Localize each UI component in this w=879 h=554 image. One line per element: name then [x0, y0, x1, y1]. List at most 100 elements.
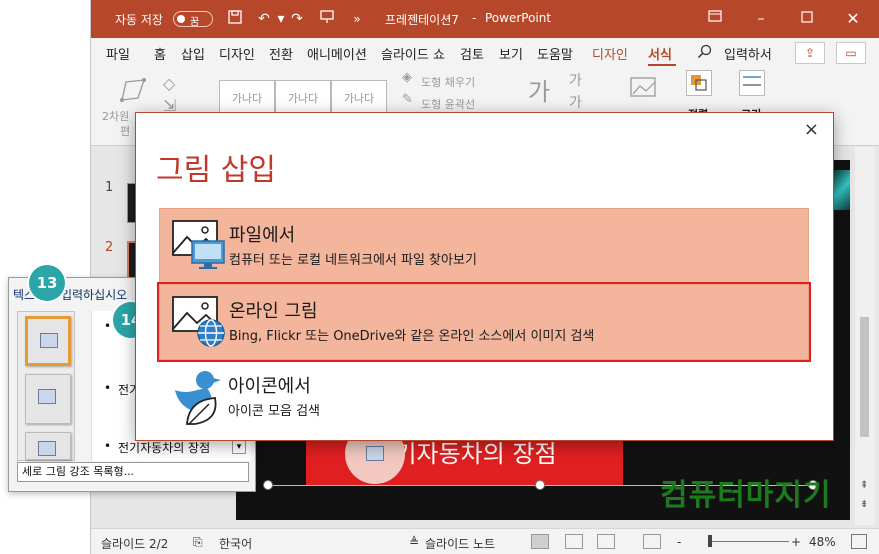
- picture-bullet-3[interactable]: [25, 432, 71, 460]
- from-icons-option[interactable]: 아이콘에서 아이콘 모음 검색: [159, 360, 809, 436]
- edit-2d-label-2: 편: [120, 125, 131, 138]
- slide-decoration: [832, 170, 850, 210]
- tab-smartart-design[interactable]: 디자인: [592, 44, 628, 63]
- tab-review[interactable]: 검토: [460, 44, 484, 63]
- thumb-number-1: 1: [105, 180, 114, 195]
- autosave-state: 꿈: [190, 17, 200, 28]
- tab-insert[interactable]: 삽입: [181, 44, 205, 63]
- tab-slideshow[interactable]: 슬라이드 쇼: [381, 44, 445, 63]
- size-icon[interactable]: [739, 70, 765, 96]
- autosave-toggle[interactable]: 꿈: [173, 11, 213, 28]
- ribbon-display-options-icon[interactable]: [705, 9, 725, 29]
- customize-toolbar-icon[interactable]: »: [347, 9, 367, 29]
- text-fill-icon[interactable]: 가: [569, 70, 582, 90]
- scrollbar-thumb[interactable]: [860, 317, 869, 437]
- watermark: 컴퓨터마지기: [660, 478, 832, 513]
- pen-outline-icon[interactable]: ✎: [402, 92, 413, 107]
- document-title: 프레젠테이션7: [385, 13, 459, 27]
- close-window-icon[interactable]: ✕: [843, 9, 863, 29]
- accessibility-icon[interactable]: ⎘: [193, 535, 203, 550]
- from-file-description: 컴퓨터 또는 로컬 네트워크에서 파일 찾아보기: [229, 253, 477, 268]
- picture-icon: [366, 446, 384, 461]
- tab-format[interactable]: 서식: [648, 44, 672, 63]
- edit-2d-label: 2차원: [102, 110, 130, 123]
- picture-icon: [38, 389, 56, 404]
- tab-file[interactable]: 파일: [106, 44, 130, 63]
- picture-computer-icon: [172, 220, 225, 269]
- change-shape-icon[interactable]: ◇: [163, 74, 175, 93]
- dialog-close-button[interactable]: ×: [804, 119, 819, 140]
- maximize-icon[interactable]: [797, 9, 817, 29]
- picture-list: [17, 311, 75, 461]
- alt-text-icon[interactable]: [629, 76, 657, 104]
- slide-sorter-button[interactable]: [565, 534, 583, 549]
- tell-me-search[interactable]: 입력하서: [724, 44, 772, 63]
- normal-view-button[interactable]: [531, 534, 549, 549]
- comments-button[interactable]: ▭: [836, 42, 866, 64]
- layout-description[interactable]: 세로 그림 강조 목록형...: [17, 462, 249, 482]
- thumb-number-2: 2: [105, 240, 114, 255]
- wordart-style-sample[interactable]: 가: [528, 72, 550, 107]
- from-file-option[interactable]: 파일에서 컴퓨터 또는 로컬 네트워크에서 파일 찾아보기: [159, 208, 809, 284]
- zoom-level[interactable]: 48%: [809, 535, 836, 549]
- picture-bullet-2[interactable]: [25, 374, 71, 424]
- zoom-in-button[interactable]: +: [791, 535, 801, 549]
- paint-bucket-icon[interactable]: ◈: [402, 70, 412, 85]
- zoom-slider-knob[interactable]: [708, 535, 712, 547]
- notes-icon[interactable]: ≜: [409, 535, 419, 549]
- insert-picture-dialog: × 그림 삽입 파일에서 컴퓨터 또는 로컬 네트워크에서 파일 찾아보기 온라…: [135, 112, 834, 441]
- vertical-scrollbar[interactable]: ⇞ ⇟: [855, 147, 875, 525]
- previous-slide-icon[interactable]: ⇞: [860, 480, 868, 491]
- slide-counter: 슬라이드 2/2: [101, 537, 169, 551]
- tab-animations[interactable]: 애니메이션: [307, 44, 367, 63]
- zoom-out-button[interactable]: -: [677, 535, 681, 549]
- reading-view-button[interactable]: [597, 534, 615, 549]
- dropdown-icon[interactable]: ▾: [232, 440, 246, 454]
- redo-icon[interactable]: ↷: [287, 9, 307, 29]
- resize-handle[interactable]: [263, 480, 273, 490]
- app-name: PowerPoint: [485, 11, 552, 25]
- present-from-start-icon[interactable]: [317, 9, 337, 29]
- online-pictures-label: 온라인 그림: [229, 301, 318, 322]
- tab-design[interactable]: 디자인: [219, 44, 255, 63]
- bird-leaf-icon: [175, 371, 221, 425]
- picture-bullet-1[interactable]: [25, 316, 71, 366]
- bullet-dot: •: [104, 319, 112, 333]
- fit-slide-icon[interactable]: [851, 534, 867, 549]
- tab-help[interactable]: 도움말: [537, 44, 573, 63]
- bullet-text-3[interactable]: 전기자동차의 장점: [118, 439, 210, 456]
- arrange-icon[interactable]: [686, 70, 712, 96]
- save-icon[interactable]: [225, 9, 245, 29]
- from-icons-label: 아이콘에서: [228, 376, 311, 397]
- picture-icon: [38, 441, 56, 456]
- dialog-title: 그림 삽입: [156, 153, 276, 188]
- tab-home[interactable]: 홈: [154, 44, 166, 63]
- tab-transitions[interactable]: 전환: [269, 44, 293, 63]
- notes-button[interactable]: 슬라이드 노트: [425, 535, 495, 552]
- toggle-knob: [177, 15, 185, 23]
- search-icon[interactable]: [697, 44, 713, 64]
- tab-view[interactable]: 보기: [499, 44, 523, 63]
- step-callout-13: 13: [29, 265, 65, 301]
- title-separator: -: [472, 11, 477, 25]
- text-outline-icon[interactable]: 가: [569, 92, 582, 112]
- language-indicator[interactable]: 한국어: [219, 535, 252, 552]
- online-pictures-option[interactable]: 온라인 그림 Bing, Flickr 또는 OneDrive와 같은 온라인 …: [157, 282, 811, 362]
- bullet-dot: •: [104, 439, 112, 453]
- shape-fill-button[interactable]: 도형 채우기: [421, 74, 475, 90]
- from-icons-description: 아이콘 모음 검색: [228, 404, 320, 419]
- edit-in-2d-icon[interactable]: [116, 76, 150, 110]
- minimize-icon[interactable]: –: [751, 9, 771, 29]
- share-button[interactable]: ⇪: [795, 42, 825, 64]
- resize-handle[interactable]: [535, 480, 545, 490]
- shape-outline-button[interactable]: 도형 윤곽선: [421, 96, 475, 112]
- title-bar: 자동 저장 꿈 ↶ ▾ ↷ » 프레젠테이션7 - PowerPoint – ✕: [91, 0, 879, 38]
- zoom-slider-track[interactable]: [711, 541, 789, 542]
- autosave-label: 자동 저장: [115, 13, 163, 27]
- from-file-label: 파일에서: [229, 225, 296, 246]
- slideshow-view-button[interactable]: [643, 534, 661, 549]
- status-bar: 슬라이드 2/2 ⎘ 한국어 ≜ 슬라이드 노트 - + 48%: [91, 528, 879, 554]
- next-slide-icon[interactable]: ⇟: [860, 499, 868, 510]
- bullet-dot: •: [104, 381, 112, 395]
- ribbon-tabs: 파일 홈 삽입 디자인 전환 애니메이션 슬라이드 쇼 검토 보기 도움말 디자…: [91, 38, 879, 66]
